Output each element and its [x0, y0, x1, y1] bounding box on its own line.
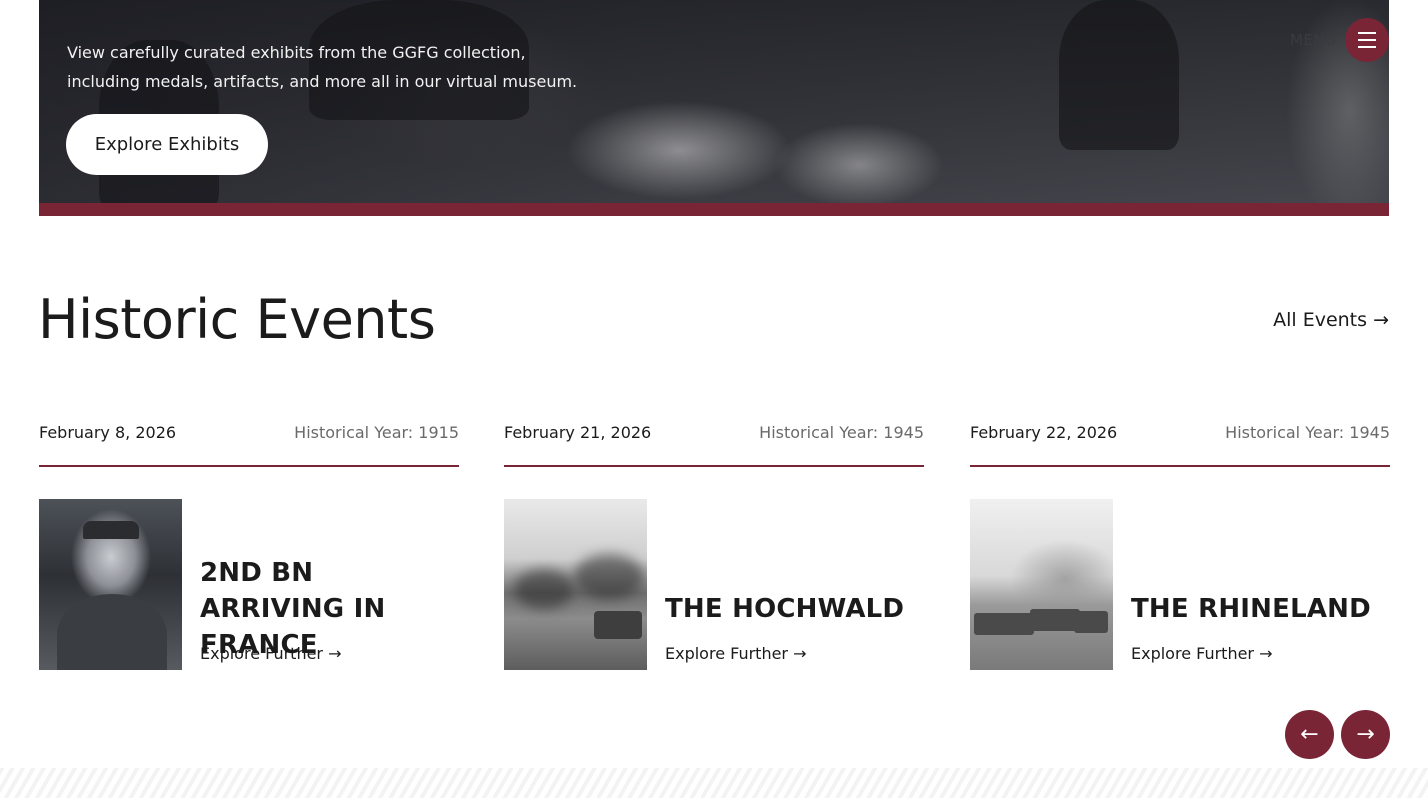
- event-card[interactable]: February 8, 2026 Historical Year: 1915 2…: [39, 420, 459, 672]
- explore-further-link[interactable]: Explore Further →: [1131, 644, 1273, 663]
- tank-silhouette: [1074, 611, 1108, 633]
- event-title[interactable]: THE HOCHWALD: [665, 591, 925, 627]
- explore-further-link[interactable]: Explore Further →: [665, 644, 807, 663]
- explore-further-link[interactable]: Explore Further →: [200, 644, 342, 663]
- tank-silhouette: [1030, 609, 1080, 631]
- menu-button[interactable]: [1345, 18, 1389, 62]
- carousel-prev-button[interactable]: ←: [1285, 710, 1334, 759]
- event-card[interactable]: February 22, 2026 Historical Year: 1945 …: [970, 420, 1390, 672]
- event-meta: February 8, 2026 Historical Year: 1915: [39, 420, 459, 446]
- event-image[interactable]: [504, 499, 647, 670]
- event-historical-year: Historical Year: 1915: [294, 423, 459, 442]
- event-meta: February 22, 2026 Historical Year: 1945: [970, 420, 1390, 446]
- section-title: Historic Events: [38, 288, 436, 351]
- all-events-link[interactable]: All Events →: [1273, 309, 1389, 331]
- hamburger-icon: [1358, 32, 1376, 34]
- event-divider: [504, 465, 924, 467]
- event-date: February 8, 2026: [39, 423, 177, 442]
- hamburger-icon: [1358, 46, 1376, 48]
- hero-accent-bar: [39, 203, 1389, 216]
- explore-exhibits-button[interactable]: Explore Exhibits: [66, 114, 268, 175]
- hero-banner: View carefully curated exhibits from the…: [39, 0, 1389, 216]
- event-meta: February 21, 2026 Historical Year: 1945: [504, 420, 924, 446]
- event-historical-year: Historical Year: 1945: [1225, 423, 1390, 442]
- smoke-cloud: [514, 569, 574, 609]
- hamburger-icon: [1358, 39, 1376, 41]
- event-date: February 21, 2026: [504, 423, 652, 442]
- event-image[interactable]: [39, 499, 182, 670]
- event-date: February 22, 2026: [970, 423, 1118, 442]
- event-historical-year: Historical Year: 1945: [759, 423, 924, 442]
- hero-description: View carefully curated exhibits from the…: [67, 43, 578, 91]
- event-divider: [39, 465, 459, 467]
- portrait-cap: [83, 521, 139, 539]
- arrow-left-icon: ←: [1300, 722, 1319, 747]
- portrait-figure: [57, 594, 167, 670]
- carousel-next-button[interactable]: →: [1341, 710, 1390, 759]
- event-image[interactable]: [970, 499, 1113, 670]
- tank-silhouette: [974, 613, 1034, 635]
- event-title[interactable]: THE RHINELAND: [1131, 591, 1391, 627]
- hero-overlay: [39, 0, 1389, 216]
- smoke-cloud: [574, 554, 644, 599]
- footer-texture: [0, 768, 1428, 798]
- arrow-right-icon: →: [1356, 722, 1375, 747]
- tank-silhouette: [594, 611, 642, 639]
- event-card[interactable]: February 21, 2026 Historical Year: 1945 …: [504, 420, 924, 672]
- smoke-cloud: [1010, 539, 1113, 619]
- event-divider: [970, 465, 1390, 467]
- menu-label[interactable]: MENU: [1290, 31, 1337, 49]
